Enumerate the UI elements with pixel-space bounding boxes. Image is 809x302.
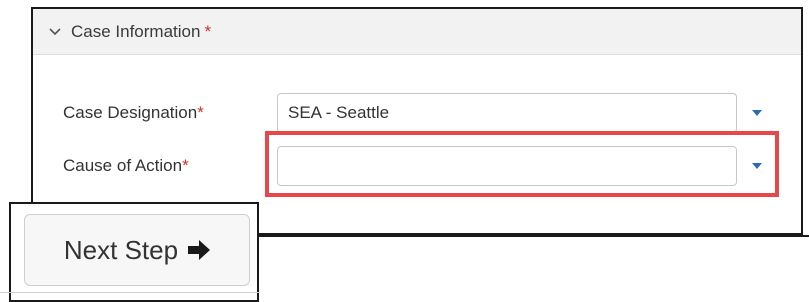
caret-down-icon[interactable] — [749, 93, 765, 133]
divider — [259, 235, 809, 237]
divider — [0, 292, 260, 293]
cause-of-action-row: Cause of Action* — [33, 146, 801, 186]
next-step-callout: Next Step — [9, 202, 259, 302]
next-step-label: Next Step — [63, 234, 179, 265]
cause-of-action-label: Cause of Action* — [63, 156, 189, 175]
chevron-down-icon[interactable] — [47, 24, 63, 40]
case-information-panel: Case Information * Case Designation* Cau… — [31, 7, 803, 235]
cause-of-action-select[interactable] — [277, 146, 737, 186]
caret-down-icon[interactable] — [749, 146, 765, 186]
section-title: Case Information — [71, 21, 201, 41]
case-designation-select[interactable] — [277, 93, 737, 133]
section-header[interactable]: Case Information * — [33, 9, 801, 55]
case-designation-label: Case Designation* — [63, 103, 204, 122]
required-marker: * — [204, 21, 212, 41]
next-step-button[interactable]: Next Step — [24, 214, 250, 286]
case-designation-row: Case Designation* — [33, 93, 801, 133]
arrow-right-icon — [188, 240, 211, 260]
